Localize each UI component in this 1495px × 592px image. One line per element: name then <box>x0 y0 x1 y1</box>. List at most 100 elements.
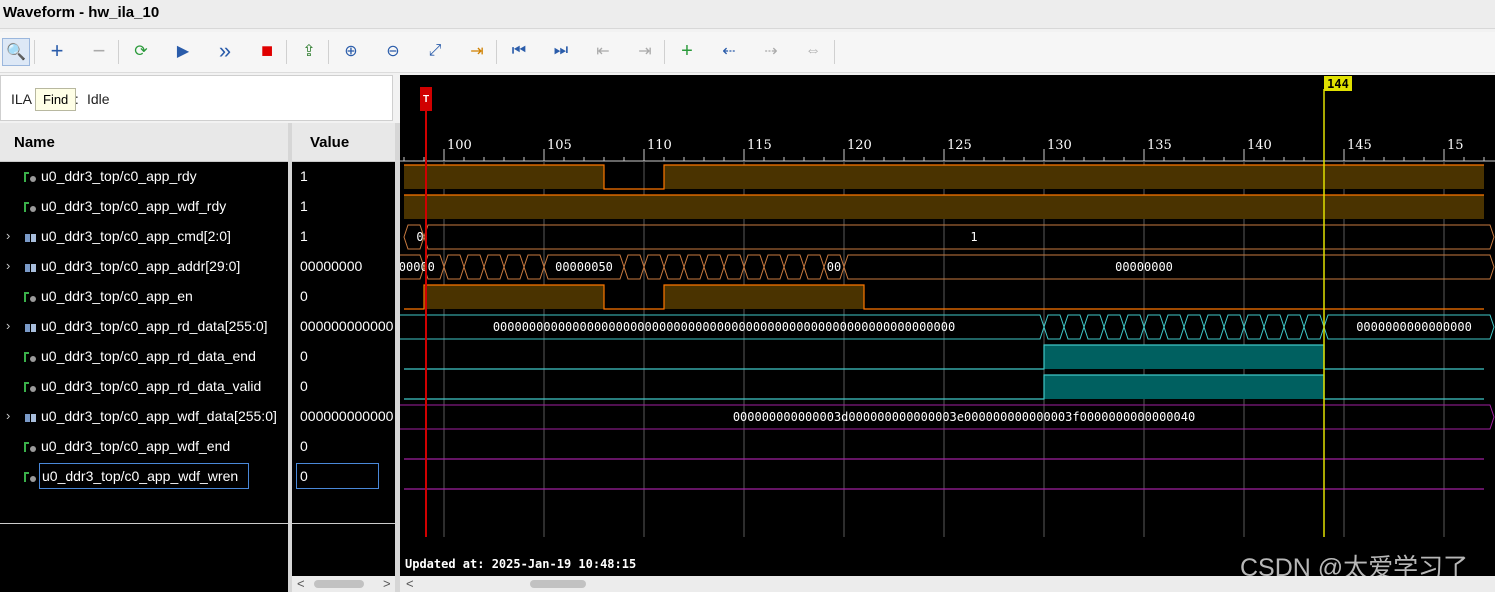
bus-segment <box>463 254 485 280</box>
expand-chevron-icon[interactable]: › <box>6 228 10 243</box>
next-marker-icon[interactable]: ⇢ <box>758 38 784 64</box>
signal-row[interactable]: › u0_ddr3_top/c0_app_wdf_data[255:0] <box>0 402 288 432</box>
signal-name: u0_ddr3_top/c0_app_rd_data_valid <box>41 378 262 394</box>
signal-value: 0 <box>300 378 308 394</box>
value-row[interactable]: 0 <box>292 372 395 402</box>
expand-chevron-icon[interactable]: › <box>6 318 10 333</box>
signal-name: u0_ddr3_top/c0_app_wdf_end <box>41 438 231 454</box>
expand-chevron-icon[interactable]: › <box>6 408 10 423</box>
previous-marker-icon[interactable]: ⇠ <box>716 38 742 64</box>
value-row[interactable]: 000000000000 <box>292 402 395 432</box>
wave-high-fill <box>424 285 604 309</box>
signal-row[interactable]: u0_ddr3_top/c0_app_en <box>0 282 288 312</box>
bus-segment <box>523 254 545 280</box>
signal-row[interactable]: › u0_ddr3_top/c0_app_cmd[2:0] <box>0 222 288 252</box>
swap-cursors-icon[interactable]: ⇔ <box>800 38 826 64</box>
bus-segment <box>483 254 505 280</box>
zoom-out-icon[interactable]: ⊖ <box>380 38 406 64</box>
bus-segment <box>663 254 685 280</box>
bus-signal-icon <box>24 261 37 274</box>
waveform-canvas[interactable]: 100 105 110 115 120 125 130 135 140 145 15 0 1 00000 0… <box>377 75 1495 576</box>
signal-value: 0 <box>300 348 308 364</box>
previous-transition-icon[interactable]: ⇤ <box>590 38 616 64</box>
export-icon[interactable]: ⇪ <box>296 38 322 64</box>
signal-row[interactable]: u0_ddr3_top/c0_app_wdf_wren <box>0 462 288 492</box>
signal-row[interactable]: › u0_ddr3_top/c0_app_addr[29:0] <box>0 252 288 282</box>
signal-value: 1 <box>300 168 308 184</box>
signal-name: u0_ddr3_top/c0_app_rd_data[255:0] <box>41 318 268 334</box>
ruler-label: 100 <box>447 138 472 153</box>
search-icon[interactable]: 🔍 <box>2 38 30 66</box>
fast-forward-icon[interactable]: » <box>212 38 238 64</box>
scroll-thumb[interactable] <box>530 580 586 588</box>
name-column-header[interactable]: Name <box>0 123 288 162</box>
list-end-divider <box>292 523 395 524</box>
value-row[interactable]: 0 <box>292 282 395 312</box>
signal-row[interactable]: u0_ddr3_top/c0_app_rdy <box>0 162 288 192</box>
value-row[interactable]: 1 <box>292 192 395 222</box>
goto-start-icon[interactable]: ⏮ <box>506 38 532 64</box>
value-row[interactable]: 00000000 <box>292 252 395 282</box>
bus-segment <box>683 254 705 280</box>
value-row[interactable]: 1 <box>292 222 395 252</box>
expand-chevron-icon[interactable]: › <box>6 258 10 273</box>
next-transition-icon[interactable]: ⇥ <box>632 38 658 64</box>
run-icon[interactable]: ▶ <box>170 38 196 64</box>
ruler-label: 110 <box>647 138 672 153</box>
wave-high-fill <box>1044 375 1324 399</box>
updated-timestamp: Updated at: 2025-Jan-19 10:48:15 <box>405 557 637 571</box>
scroll-left-icon[interactable]: < <box>297 576 305 591</box>
signal-row[interactable]: u0_ddr3_top/c0_app_rd_data_valid <box>0 372 288 402</box>
ruler-label: 140 <box>1247 138 1272 153</box>
find-tooltip: Find <box>35 88 77 111</box>
value-hscrollbar[interactable]: < > <box>292 576 395 592</box>
ruler-label: 125 <box>947 138 972 153</box>
add-icon[interactable]: + <box>44 38 70 64</box>
ruler-label: 135 <box>1147 138 1172 153</box>
bus-value-label: 000000000000003d000000000000003e00000000… <box>733 410 1195 424</box>
signal-value: 00000000 <box>300 258 363 274</box>
bus-value-label: 00000000 <box>1115 260 1173 274</box>
toolbar-separator <box>118 40 119 64</box>
value-row[interactable]: 0 <box>292 342 395 372</box>
goto-cursor-icon[interactable]: ⇥ <box>464 38 490 64</box>
waveform-hscrollbar[interactable]: < <box>400 576 1495 592</box>
bus-segment <box>443 254 465 280</box>
wave-high-fill <box>1044 345 1324 369</box>
value-row[interactable]: 0 <box>292 432 395 462</box>
scroll-right-icon[interactable]: > <box>383 576 391 591</box>
run-trigger-immediate-icon[interactable]: ⟳ <box>128 38 154 64</box>
zoom-in-icon[interactable]: ⊕ <box>338 38 364 64</box>
signal-row[interactable]: › u0_ddr3_top/c0_app_rd_data[255:0] <box>0 312 288 342</box>
signal-name: u0_ddr3_top/c0_app_wdf_rdy <box>41 198 227 214</box>
zoom-fit-icon[interactable]: ⤢ <box>422 38 448 64</box>
bit-signal-icon <box>24 351 37 364</box>
bus-value-label: 00 <box>827 260 841 274</box>
scroll-thumb[interactable] <box>314 580 364 588</box>
value-row[interactable]: 1 <box>292 162 395 192</box>
value-row[interactable]: 000000000000 <box>292 312 395 342</box>
remove-icon[interactable]: − <box>86 38 112 64</box>
bit-signal-icon <box>24 381 37 394</box>
bus-value-label: 1 <box>970 230 977 244</box>
bus-signal-icon <box>24 321 37 334</box>
bus-segment <box>1183 314 1205 340</box>
add-marker-icon[interactable]: + <box>674 38 700 64</box>
stop-icon[interactable]: ■ <box>254 38 280 64</box>
bus-segment <box>1223 314 1245 340</box>
bus-segment <box>1103 314 1125 340</box>
bus-segment <box>783 254 805 280</box>
ruler-label: 120 <box>847 138 872 153</box>
signal-row[interactable]: u0_ddr3_top/c0_app_wdf_end <box>0 432 288 462</box>
scroll-left-icon[interactable]: < <box>406 576 414 591</box>
signal-row[interactable]: u0_ddr3_top/c0_app_wdf_rdy <box>0 192 288 222</box>
goto-end-icon[interactable]: ⏭ <box>548 38 574 64</box>
bit-signal-icon <box>24 441 37 454</box>
signal-name: u0_ddr3_top/c0_app_wdf_wren <box>39 463 250 489</box>
value-row[interactable]: 0 <box>292 462 395 492</box>
value-column-header[interactable]: Value <box>292 123 395 162</box>
signal-row[interactable]: u0_ddr3_top/c0_app_rd_data_end <box>0 342 288 372</box>
bus-value-label: 0000000000000000 <box>1356 320 1472 334</box>
bus-segment <box>1043 314 1065 340</box>
bus-segment <box>503 254 525 280</box>
